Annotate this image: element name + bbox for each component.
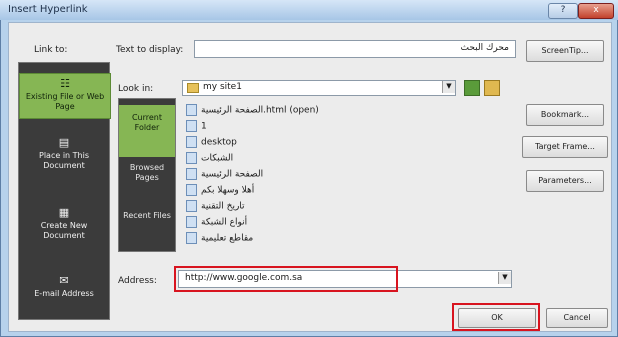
side-recent-files[interactable]: Recent Files <box>119 211 175 243</box>
look-in-select[interactable]: my site1 ▼ <box>182 80 456 96</box>
parameters-button[interactable]: Parameters... <box>526 170 604 192</box>
list-item[interactable]: الصفحة الرئيسية.html (open) <box>186 104 319 116</box>
text-to-display-input[interactable]: محرك البحث <box>194 40 516 58</box>
browse-web-icon[interactable] <box>464 80 480 96</box>
text-to-display-value: محرك البحث <box>460 43 509 53</box>
list-item[interactable]: مقاطع تعليمية <box>186 232 253 244</box>
file-icon <box>186 152 197 164</box>
file-icon <box>186 216 197 228</box>
close-button[interactable]: x <box>578 3 614 19</box>
side-browsed-pages[interactable]: Browsed Pages <box>119 163 175 195</box>
list-item[interactable]: الصفحة الرئيسية <box>186 168 263 180</box>
text-to-display-label: Text to display: <box>116 45 184 55</box>
folder-icon <box>186 120 197 132</box>
chevron-down-icon[interactable]: ▼ <box>498 272 511 284</box>
file-icon <box>186 168 197 180</box>
ok-highlight-box <box>452 303 540 331</box>
address-label: Address: <box>118 276 157 286</box>
look-in-value: my site1 <box>203 82 242 92</box>
file-icon <box>186 200 197 212</box>
look-in-side-panel: Current Folder Browsed Pages Recent File… <box>118 98 176 252</box>
look-in-label: Look in: <box>118 84 154 94</box>
list-item[interactable]: أهلا وسهلا بكم <box>186 184 254 196</box>
bookmark-button[interactable]: Bookmark... <box>526 104 604 126</box>
folder-icon <box>186 136 197 148</box>
link-to-panel: ☷ Existing File or Web Page ▤ Place in T… <box>18 62 111 320</box>
dialog-title: Insert Hyperlink <box>8 4 88 15</box>
title-bar[interactable] <box>0 0 618 20</box>
side-current-folder[interactable]: Current Folder <box>119 105 175 157</box>
list-item[interactable]: 1 <box>186 120 207 132</box>
target-frame-button[interactable]: Target Frame... <box>522 136 608 158</box>
document-icon: ▤ <box>58 136 70 149</box>
new-document-icon: ▦ <box>58 206 70 219</box>
globe-page-icon: ☷ <box>60 77 70 90</box>
list-item[interactable]: تاريخ التقنية <box>186 200 245 212</box>
list-item[interactable]: أنواع الشبكة <box>186 216 247 228</box>
link-to-place-in-document[interactable]: ▤ Place in This Document <box>19 137 109 177</box>
list-item[interactable]: الشبكات <box>186 152 233 164</box>
cancel-button[interactable]: Cancel <box>546 308 608 328</box>
file-icon <box>186 184 197 196</box>
link-to-existing-file[interactable]: ☷ Existing File or Web Page <box>19 73 111 119</box>
folder-icon <box>187 83 199 93</box>
mail-icon: ✉ <box>59 274 69 287</box>
file-icon <box>186 104 197 116</box>
screentip-button[interactable]: ScreenTip... <box>526 40 604 62</box>
file-icon <box>186 232 197 244</box>
list-item[interactable]: desktop <box>186 136 237 148</box>
help-button[interactable]: ? <box>548 3 578 19</box>
file-list: الصفحة الرئيسية.html (open) 1 desktop ال… <box>182 98 512 250</box>
link-to-email-address[interactable]: ✉ E-mail Address <box>19 275 109 311</box>
chevron-down-icon[interactable]: ▼ <box>442 81 455 93</box>
link-to-label: Link to: <box>34 45 68 55</box>
link-to-create-new-document[interactable]: ▦ Create New Document <box>19 207 109 247</box>
address-highlight-box <box>174 266 398 292</box>
browse-file-icon[interactable] <box>484 80 500 96</box>
